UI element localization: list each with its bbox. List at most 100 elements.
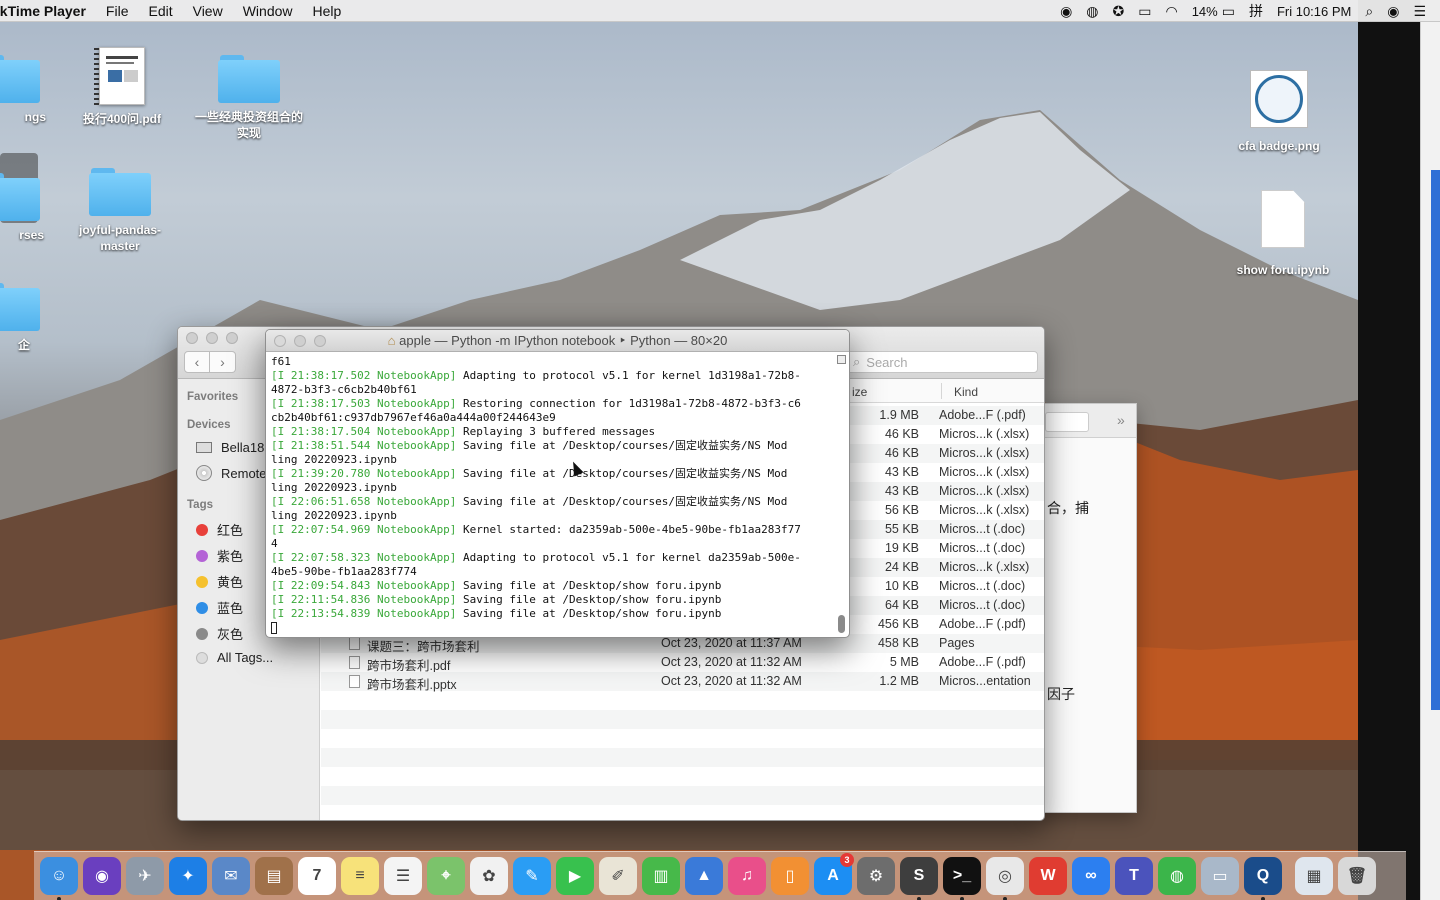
books-icon[interactable]: ▯ [771, 857, 809, 895]
messages-icon[interactable]: ✎ [513, 857, 551, 895]
battery-percentage[interactable]: 14% [1192, 4, 1218, 19]
safari-icon[interactable]: ✦ [169, 857, 207, 895]
sidebar-all-tags[interactable]: All Tags... [196, 650, 273, 665]
clock[interactable]: Fri 10:16 PM [1277, 4, 1351, 19]
file-size: 43 KB [884, 465, 919, 479]
terminal-line: f61 [271, 355, 833, 369]
maps-icon[interactable]: ⌖ [427, 857, 465, 895]
column-header-size[interactable]: ize [852, 385, 867, 399]
calendar-icon[interactable]: 7 [298, 857, 336, 895]
input-method-icon[interactable]: 拼 [1249, 1, 1263, 21]
keynote-draw-icon[interactable]: ✐ [599, 857, 637, 895]
sidebar-tag-yellow[interactable]: 黄色 [196, 572, 243, 591]
keynote-icon[interactable]: ▲ [685, 857, 723, 895]
siri-icon[interactable]: ◉ [83, 857, 121, 895]
baidu-netdisk-icon[interactable]: ∞ [1072, 857, 1110, 895]
minimize-button[interactable] [206, 332, 218, 344]
downloads-stack-icon[interactable]: ▦ [1295, 857, 1333, 895]
trash-icon[interactable]: 🗑 [1338, 857, 1376, 895]
log-text: Saving file at /Desktop/courses/固定收益实务/N… [456, 495, 788, 508]
desktop-icon-folder-partial[interactable]: 企 [0, 283, 64, 353]
terminal-window[interactable]: ⌂ apple — Python -m IPython notebook ‣ P… [265, 329, 850, 638]
terminal-line: ling 20220923.ipynb [271, 509, 833, 523]
preview-icon[interactable]: ▭ [1201, 857, 1239, 895]
menu-help[interactable]: Help [313, 3, 342, 19]
zoom-button[interactable] [314, 335, 326, 347]
app-store-icon[interactable]: A3 [814, 853, 854, 895]
desktop-icon-pdf[interactable]: 投行400问.pdf [67, 47, 177, 127]
desktop-icon-folder-courses[interactable]: rses [0, 153, 64, 243]
table-row[interactable]: 跨市场套利.pptx Oct 23, 2020 at 11:32 AM 1.2 MB… [321, 672, 1044, 692]
minimize-button[interactable] [294, 335, 306, 347]
desktop-icon-folder-ngs[interactable]: ngs [0, 55, 64, 125]
screen-record-icon[interactable]: ◉ [1060, 3, 1072, 20]
sidebar-item-label: 黄色 [217, 575, 244, 590]
status-app-icon[interactable]: ✪ [1113, 3, 1125, 20]
file-size: 56 KB [884, 503, 919, 517]
spotlight-icon[interactable]: ⌕ [1365, 3, 1373, 20]
dock-glyph: ✐ [611, 868, 625, 885]
sublime-icon[interactable]: S [900, 857, 938, 900]
sidebar-item-remote-disc[interactable]: Remote [196, 465, 267, 481]
back-button[interactable]: ‹ [184, 351, 210, 373]
terminal-output[interactable]: f61 [I 21:38:17.502 NotebookApp] Adapting… [271, 355, 833, 637]
file-size: 64 KB [884, 598, 919, 612]
notification-center-icon[interactable]: ☰ [1413, 3, 1426, 20]
background-document-window[interactable]: » 合，捕 因子 [1030, 403, 1137, 813]
facetime-icon[interactable]: ▶ [556, 857, 594, 895]
siri-menu-icon[interactable]: ◉ [1387, 3, 1399, 20]
system-preferences-icon[interactable]: ⚙ [857, 857, 895, 895]
app-menu[interactable]: ckTime Player [0, 3, 86, 19]
tag-dot-icon [196, 549, 208, 562]
launchpad-icon[interactable]: ✈ [126, 857, 164, 895]
table-row[interactable]: 跨市场套利.pdf Oct 23, 2020 at 11:32 AM 5 MB Ado… [321, 653, 1044, 673]
itunes-icon[interactable]: ♫ [728, 857, 766, 895]
terminal-icon[interactable]: >_ [943, 857, 981, 900]
zoom-button[interactable] [226, 332, 238, 344]
teams-icon[interactable]: T [1115, 857, 1153, 895]
menu-edit[interactable]: Edit [148, 3, 172, 19]
menu-file[interactable]: File [106, 3, 129, 19]
menu-view[interactable]: View [193, 3, 223, 19]
terminal-scrollbar[interactable] [837, 355, 846, 635]
numbers-icon[interactable]: ▥ [642, 857, 680, 895]
scrollbar-thumb[interactable] [838, 615, 845, 633]
desktop-icon-folder-pandas[interactable]: joyful-pandas-master [65, 168, 175, 254]
file-icon [349, 675, 360, 688]
chevron-right-icon[interactable]: » [1117, 412, 1125, 428]
sidebar-tag-red[interactable]: 红色 [196, 520, 243, 539]
desktop-icon-ipynb[interactable]: show foru.ipynb [1228, 190, 1338, 278]
airplay-icon[interactable]: ▭ [1138, 3, 1151, 20]
column-header-kind[interactable]: Kind [941, 383, 978, 399]
wps-icon[interactable]: W [1029, 857, 1067, 895]
photos-icon[interactable]: ✿ [470, 857, 508, 895]
search-field[interactable]: ⌕ Search [846, 351, 1038, 373]
wechat-status-icon[interactable]: ◍ [1086, 3, 1098, 20]
mail-stamp-icon[interactable]: ✉ [212, 857, 250, 895]
file-size: 1.2 MB [879, 674, 919, 688]
sidebar-tag-purple[interactable]: 紫色 [196, 546, 243, 565]
file-size: 24 KB [884, 560, 919, 574]
finder-icon[interactable]: ☺ [40, 857, 78, 900]
close-button[interactable] [274, 335, 286, 347]
close-button[interactable] [186, 332, 198, 344]
file-size: 46 KB [884, 427, 919, 441]
sidebar-tag-gray[interactable]: 灰色 [196, 624, 243, 643]
sidebar-item-device[interactable]: Bella18 [196, 440, 264, 455]
chrome-icon[interactable]: ◎ [986, 857, 1024, 900]
desktop-icon-cfa-badge[interactable]: cfa badge.png [1224, 70, 1334, 154]
battery-icon[interactable]: ▭ [1222, 3, 1235, 20]
pdf-icon [94, 47, 145, 106]
desktop-icon-folder-portfolio[interactable]: 一些经典投资组合的实现 [193, 55, 305, 141]
sidebar-tag-blue[interactable]: 蓝色 [196, 598, 243, 617]
quicktime-icon[interactable]: Q [1244, 857, 1282, 900]
reminders-icon[interactable]: ☰ [384, 857, 422, 895]
wechat-icon[interactable]: ◍ [1158, 857, 1196, 895]
notes-icon[interactable]: ≡ [341, 857, 379, 895]
contacts-icon[interactable]: ▤ [255, 857, 293, 895]
forward-button[interactable]: › [210, 351, 236, 373]
wifi-icon[interactable]: ◠ [1165, 3, 1177, 20]
menu-window[interactable]: Window [243, 3, 293, 19]
log-text: 4872-b3f3-c6cb2b40bf61 [271, 383, 417, 396]
tag-dot-icon [196, 523, 208, 536]
